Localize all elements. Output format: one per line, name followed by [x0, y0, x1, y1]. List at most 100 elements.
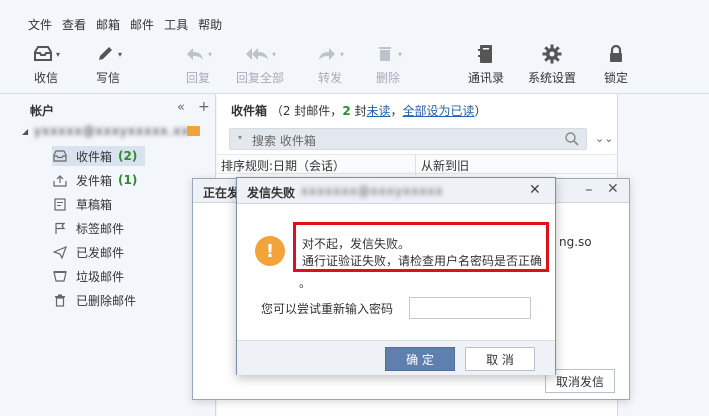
- cancel-button[interactable]: 取 消: [465, 347, 535, 371]
- contacts-button[interactable]: 通讯录: [454, 42, 518, 86]
- folder-name: 已发邮件: [76, 245, 125, 260]
- envelope-icon: [187, 126, 200, 136]
- menu-bar: 文件 查看 邮箱 邮件 工具 帮助: [28, 16, 232, 36]
- error-message-line-2: 通行证验证失败，请检查用户名密码是否正确: [302, 254, 543, 268]
- chevron-down-icon[interactable]: ▾: [56, 50, 60, 59]
- account-row[interactable]: ◢ yxxxxx@xxxyxxxxx.xx: [22, 124, 208, 142]
- sidebar-item-drafts[interactable]: 草稿箱: [52, 194, 112, 214]
- search-placeholder: 搜索 收件箱: [252, 134, 316, 148]
- toolbar: ▾ 收信 ▾ 写信 ▾ 回复 ▾ 回复全部 ▾ 转发 ▾ 删除 通讯录 系统设置…: [0, 42, 709, 88]
- inbox-icon: [52, 149, 68, 163]
- unread-prefix: 封: [350, 104, 367, 118]
- contacts-label: 通讯录: [467, 71, 504, 85]
- sidebar-item-inbox[interactable]: 收件箱 (2): [52, 146, 146, 166]
- ok-button[interactable]: 确 定: [385, 347, 455, 371]
- settings-label: 系统设置: [527, 71, 576, 85]
- receive-button[interactable]: ▾ 收信: [14, 42, 78, 86]
- chevron-down-icon[interactable]: ▾: [272, 50, 276, 59]
- list-title: 收件箱: [231, 104, 268, 118]
- warning-icon: !: [255, 236, 285, 266]
- lock-label: 锁定: [603, 71, 628, 85]
- mark-all-read-link[interactable]: 全部设为已读: [403, 104, 475, 118]
- total-count: 2 封邮件，: [282, 104, 343, 118]
- failed-dialog-title: 发信失败: [247, 186, 296, 200]
- compose-button[interactable]: ▾ 写信: [76, 42, 140, 86]
- pencil-icon: [98, 47, 112, 60]
- close-icon[interactable]: ✕: [607, 181, 619, 197]
- settings-button[interactable]: 系统设置: [520, 42, 584, 86]
- mail-client-window: 文件 查看 邮箱 邮件 工具 帮助 ▾ 收信 ▾ 写信 ▾ 回复 ▾ 回复全部 …: [0, 0, 709, 416]
- sidebar: 帐户 « + ◢ yxxxxx@xxxyxxxxx.xx 收件箱 (2) 发件箱…: [0, 94, 216, 416]
- sidebar-item-junk[interactable]: 垃圾邮件: [52, 266, 124, 286]
- search-scope-dropdown-icon[interactable]: ▾: [238, 133, 242, 142]
- menu-view[interactable]: 查看: [62, 16, 86, 36]
- menu-mail[interactable]: 邮件: [130, 16, 154, 36]
- folder-name: 发件箱: [76, 173, 113, 188]
- reply-all-arrow-icon: [245, 48, 268, 60]
- unread-link[interactable]: 未读: [367, 104, 391, 118]
- expand-options-icon[interactable]: ⌄⌄: [595, 132, 613, 145]
- chevron-down-icon[interactable]: ▾: [398, 50, 402, 59]
- folder-name: 草稿箱: [76, 197, 113, 212]
- delete-label: 删除: [375, 71, 400, 85]
- lock-button[interactable]: 锁定: [584, 42, 648, 86]
- sort-rule[interactable]: 排序规则:日期（会话）: [221, 157, 345, 174]
- menu-tools[interactable]: 工具: [164, 16, 188, 36]
- sort-row: 排序规则:日期（会话） 从新到旧: [217, 154, 617, 175]
- expand-triangle-icon[interactable]: ◢: [22, 127, 28, 136]
- draft-icon: [52, 197, 68, 211]
- error-message-highlight: 对不起，发信失败。 通行证验证失败，请检查用户名密码是否正确: [293, 222, 549, 272]
- sending-dialog-title: 正在发: [203, 186, 240, 200]
- password-field[interactable]: [409, 297, 531, 319]
- close-icon[interactable]: ✕: [529, 182, 541, 198]
- close-paren: ）: [474, 104, 487, 118]
- inbox-tray-icon: [33, 46, 52, 61]
- flag-icon: [52, 221, 68, 235]
- add-account-icon[interactable]: +: [198, 99, 210, 115]
- unread-count: (1): [118, 173, 138, 187]
- receive-label: 收信: [33, 71, 58, 85]
- sidebar-item-tagged[interactable]: 标签邮件: [52, 218, 124, 238]
- sidebar-item-deleted[interactable]: 已删除邮件: [52, 290, 136, 310]
- column-separator: [415, 155, 416, 175]
- forward-button[interactable]: ▾ 转发: [298, 42, 362, 86]
- trash-icon: [52, 293, 68, 307]
- account-name: yxxxxx@xxxyxxxxx.xx: [34, 124, 190, 138]
- folder-name: 标签邮件: [76, 221, 125, 236]
- delete-button[interactable]: ▾ 删除: [356, 42, 420, 86]
- failed-dialog-titlebar: 发信失败 xxxxxxx@xxxyxxxxx ✕: [237, 178, 555, 204]
- forward-label: 转发: [317, 71, 342, 85]
- chevron-down-icon[interactable]: ▾: [340, 50, 344, 59]
- reading-pane: [617, 94, 709, 416]
- collapse-sidebar-icon[interactable]: «: [177, 100, 185, 115]
- reply-button[interactable]: ▾ 回复: [166, 42, 230, 86]
- search-icon[interactable]: [564, 131, 580, 147]
- reply-all-label: 回复全部: [235, 71, 284, 85]
- error-message-line-1: 对不起，发信失败。: [302, 237, 411, 251]
- redacted-address: xxxxxxx@xxxyxxxxx: [301, 184, 444, 198]
- trash-icon: [378, 47, 391, 61]
- search-input[interactable]: ▾ 搜索 收件箱: [229, 128, 587, 150]
- menu-file[interactable]: 文件: [28, 16, 52, 36]
- unread-number: 2: [342, 104, 351, 118]
- menu-mailbox[interactable]: 邮箱: [96, 16, 120, 36]
- menu-help[interactable]: 帮助: [198, 16, 222, 36]
- open-paren: （: [270, 104, 283, 118]
- sort-order[interactable]: 从新到旧: [421, 157, 469, 174]
- junk-bin-icon: [52, 269, 68, 283]
- dialog-button-bar: 确 定 取 消: [237, 340, 555, 375]
- lock-icon: [610, 44, 622, 62]
- send-failed-dialog: 发信失败 xxxxxxx@xxxyxxxxx ✕ ! 对不起，发信失败。 通行证…: [236, 177, 556, 375]
- chevron-down-icon[interactable]: ▾: [208, 50, 212, 59]
- retry-password-label: 您可以尝试重新输入密码: [261, 302, 394, 316]
- reply-all-button[interactable]: ▾ 回复全部: [228, 42, 292, 86]
- folder-name: 垃圾邮件: [76, 269, 125, 284]
- chevron-down-icon[interactable]: ▾: [118, 50, 122, 59]
- compose-label: 写信: [95, 71, 120, 85]
- sidebar-item-outbox[interactable]: 发件箱 (1): [52, 170, 137, 190]
- outbox-icon: [52, 173, 68, 187]
- comma: ，: [390, 104, 403, 118]
- reply-arrow-icon: [186, 48, 203, 60]
- minimize-icon[interactable]: –: [585, 180, 593, 198]
- sidebar-item-sent[interactable]: 已发邮件: [52, 242, 124, 262]
